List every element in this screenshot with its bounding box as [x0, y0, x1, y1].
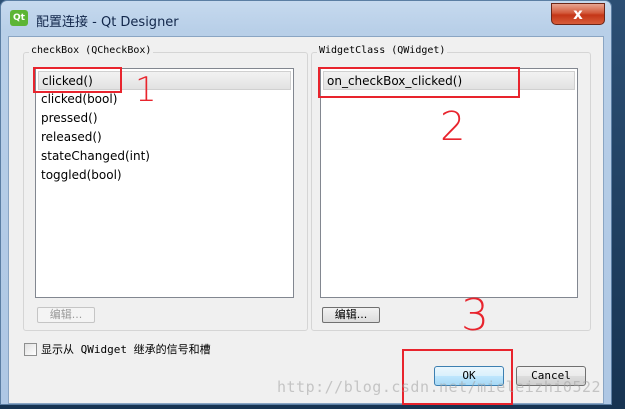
signal-list[interactable]: clicked() clicked(bool) pressed() releas…	[35, 68, 294, 298]
close-icon: x	[573, 5, 583, 23]
watermark-text: http://blog.csdn.net/mieleizhi0522	[277, 378, 602, 396]
show-inherited-checkbox[interactable]	[24, 343, 37, 356]
show-inherited-label: 显示从 QWidget 继承的信号和槽	[41, 343, 211, 356]
edit-slots-button[interactable]: 编辑...	[322, 307, 380, 323]
annotation-number-3: 3	[461, 290, 489, 341]
annotation-number-1: 1	[135, 70, 157, 110]
edit-signals-button[interactable]: 编辑...	[37, 307, 95, 323]
signal-item-pressed[interactable]: pressed()	[38, 109, 98, 128]
title-bar[interactable]: Qt 配置连接 - Qt Designer x	[1, 1, 611, 37]
slot-list[interactable]: on_checkBox_clicked()	[320, 68, 578, 298]
qt-app-icon: Qt	[10, 10, 28, 26]
slot-group-label: WidgetClass (QWidget)	[317, 45, 448, 56]
signal-item-statechanged[interactable]: stateChanged(int)	[38, 147, 150, 166]
annotation-box-signal	[33, 67, 122, 93]
annotation-number-2: 2	[440, 104, 466, 150]
signal-group-label: checkBox (QCheckBox)	[29, 45, 154, 56]
signal-item-toggled[interactable]: toggled(bool)	[38, 166, 122, 185]
window-title: 配置连接 - Qt Designer	[36, 15, 179, 30]
close-button[interactable]: x	[551, 3, 605, 25]
annotation-box-ok	[402, 349, 513, 405]
annotation-box-slot	[318, 67, 520, 98]
signal-item-released[interactable]: released()	[38, 128, 102, 147]
